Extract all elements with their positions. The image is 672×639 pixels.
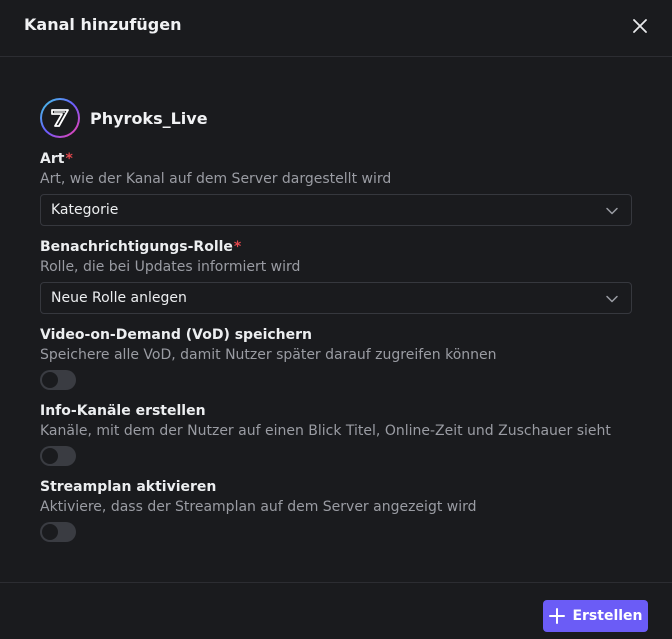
channel-avatar [40,98,80,138]
dialog-footer: Erstellen [0,582,672,639]
art-label-text: Art [40,151,65,167]
art-select[interactable]: Kategorie [40,194,632,226]
plus-icon [549,608,566,624]
notification-role-description: Rolle, die bei Updates informiert wird [40,259,301,275]
create-button[interactable]: Erstellen [543,600,648,632]
toggle-knob [42,448,58,464]
channel-avatar-logo [51,109,69,127]
art-select-value: Kategorie [51,202,119,218]
vod-label: Video-on-Demand (VoD) speichern [40,327,313,343]
toggle-knob [42,524,58,540]
required-marker: * [65,151,73,167]
close-icon [633,19,647,33]
streamplan-toggle[interactable] [40,522,76,542]
toggle-knob [42,372,58,388]
dialog-title: Kanal hinzufügen [24,15,182,34]
close-button[interactable] [628,14,652,38]
dialog-header: Kanal hinzufügen [0,0,672,57]
notification-role-label: Benachrichtigungs-Rolle* [40,239,241,255]
notification-role-select-value: Neue Rolle anlegen [51,290,187,306]
art-description: Art, wie der Kanal auf dem Server darges… [40,171,392,187]
required-marker: * [233,239,242,255]
info-channels-label: Info-Kanäle erstellen [40,403,206,419]
chevron-down-icon [606,207,618,215]
info-channels-toggle[interactable] [40,446,76,466]
info-channels-description: Kanäle, mit dem der Nutzer auf einen Bli… [40,423,611,439]
chevron-down-icon [606,295,618,303]
notification-role-select[interactable]: Neue Rolle anlegen [40,282,632,314]
notification-role-label-text: Benachrichtigungs-Rolle [40,239,233,255]
channel-profile: Phyroks_Live [40,98,208,138]
vod-toggle[interactable] [40,370,76,390]
art-label: Art* [40,151,73,167]
vod-description: Speichere alle VoD, damit Nutzer später … [40,347,497,363]
streamplan-description: Aktiviere, dass der Streamplan auf dem S… [40,499,477,515]
streamplan-label: Streamplan aktivieren [40,479,217,495]
channel-name: Phyroks_Live [90,108,208,128]
create-button-label: Erstellen [572,608,643,624]
